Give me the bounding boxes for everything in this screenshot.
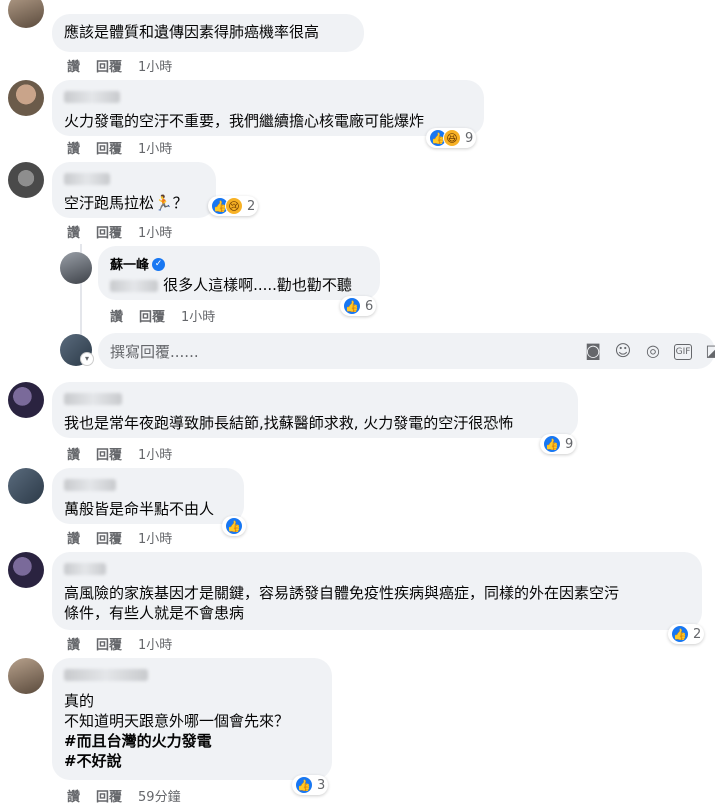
gif-icon[interactable]: GIF <box>674 344 692 360</box>
author-name-blurred[interactable] <box>64 479 116 491</box>
reactions[interactable]: 👍 😢 2 <box>208 196 259 216</box>
author-name-blurred[interactable] <box>64 393 122 405</box>
reply-button[interactable]: 回覆 <box>96 638 122 653</box>
comment-actions: 讚 回覆 59分鐘 <box>67 786 197 805</box>
like-button[interactable]: 讚 <box>67 448 80 463</box>
reply-button[interactable]: 回覆 <box>96 60 122 75</box>
hashtag-link[interactable]: #而且台灣的火力發電 <box>64 731 320 751</box>
reply-button[interactable]: 回覆 <box>96 532 122 547</box>
timestamp[interactable]: 1小時 <box>138 142 172 157</box>
like-button[interactable]: 讚 <box>67 142 80 157</box>
comment-actions: 讚 回覆 1小時 <box>67 634 188 653</box>
avatar[interactable] <box>8 552 44 588</box>
comment-bubble: 空汙跑馬拉松🏃？ <box>52 162 216 218</box>
chevron-down-icon[interactable]: ▾ <box>80 352 94 366</box>
avatar[interactable] <box>8 162 44 198</box>
timestamp[interactable]: 1小時 <box>138 226 172 241</box>
timestamp[interactable]: 1小時 <box>138 638 172 653</box>
avatar[interactable] <box>8 0 44 28</box>
verified-badge-icon: ✓ <box>152 258 166 271</box>
reaction-count: 9 <box>465 130 474 146</box>
reply-actions: 讚 回覆 1小時 <box>110 306 231 325</box>
reactions[interactable]: 👍 😆 9 <box>426 128 477 148</box>
reply-button[interactable]: 回覆 <box>96 142 122 157</box>
like-icon: 👍 <box>671 625 689 643</box>
reactions[interactable]: 👍 3 <box>292 775 329 795</box>
like-button[interactable]: 讚 <box>67 790 80 805</box>
comment-bubble: 高風險的家族基因才是關鍵，容易誘發自體免疫性疾病與癌症，同樣的外在因素空污 條件… <box>52 552 702 630</box>
comment-text: 火力發電的空汙不重要，我們繼續擔心核電廠可能爆炸 <box>64 112 425 130</box>
avatar[interactable] <box>8 382 44 418</box>
like-button[interactable]: 讚 <box>67 638 80 653</box>
comment-text-line-2: 條件，有些人就是不會患病 <box>64 604 245 622</box>
like-icon: 👍 <box>543 435 561 453</box>
reaction-count: 6 <box>365 298 374 314</box>
timestamp[interactable]: 1小時 <box>138 60 172 75</box>
author-name-blurred[interactable] <box>64 173 110 185</box>
haha-icon: 😆 <box>443 129 461 147</box>
timestamp[interactable]: 59分鐘 <box>138 790 181 805</box>
comment-bubble: 火力發電的空汙不重要，我們繼續擔心核電廠可能爆炸 <box>52 80 484 136</box>
reactions[interactable]: 👍 6 <box>340 296 377 316</box>
author-name-blurred[interactable] <box>64 91 120 103</box>
reactions[interactable]: 👍 9 <box>540 434 577 454</box>
like-button[interactable]: 讚 <box>110 310 123 325</box>
avatar[interactable] <box>8 658 44 694</box>
comment-bubble: 萬般皆是命半點不由人 <box>52 468 244 524</box>
comment-bubble: 應該是體質和遺傳因素得肺癌機率很高 <box>52 14 364 52</box>
reply-author[interactable]: 蘇一峰 ✓ <box>110 254 368 273</box>
comment-text: 萬般皆是命半點不由人 <box>64 500 215 518</box>
author-name-blurred[interactable] <box>64 563 106 575</box>
comment-actions: 讚 回覆 1小時 <box>67 444 188 463</box>
reaction-count: 2 <box>693 626 702 642</box>
author-name-blurred[interactable] <box>64 669 148 681</box>
timestamp[interactable]: 1小時 <box>138 448 172 463</box>
author-avatar[interactable] <box>60 252 92 284</box>
comment-actions: 讚 回覆 1小時 <box>67 222 188 241</box>
like-icon: 👍 <box>343 297 361 315</box>
comment-bubble: 我也是常年夜跑導致肺長結節,找蘇醫師求救, 火力發電的空汙很恐怖 <box>52 382 578 438</box>
reply-button[interactable]: 回覆 <box>96 448 122 463</box>
comment-text-line-1: 真的 <box>64 692 95 710</box>
comment-actions: 讚 回覆 1小時 <box>67 138 188 157</box>
comment-actions: 讚 回覆 1小時 <box>67 56 188 75</box>
reply-bubble: 蘇一峰 ✓ 很多人這樣啊.....勸也勸不聽 <box>98 246 380 300</box>
mentioned-user-blurred[interactable] <box>110 279 158 292</box>
like-button[interactable]: 讚 <box>67 532 80 547</box>
reaction-count: 2 <box>247 198 256 214</box>
reactions[interactable]: 👍 <box>222 516 246 536</box>
like-button[interactable]: 讚 <box>67 226 80 241</box>
reaction-count: 3 <box>317 777 326 793</box>
like-button[interactable]: 讚 <box>67 60 80 75</box>
reply-text: 很多人這樣啊.....勸也勸不聽 <box>163 276 352 294</box>
reply-input[interactable]: 撰寫回覆...... ◙ ☺ ◎ GIF ◪ <box>98 333 715 369</box>
comment-text-line-1: 高風險的家族基因才是關鍵，容易誘發自體免疫性疾病與癌症，同樣的外在因素空污 <box>64 584 620 602</box>
like-icon: 👍 <box>225 517 243 535</box>
comment-text-line-2: 不知道明天跟意外哪一個會先來？ <box>64 712 290 730</box>
reply-button[interactable]: 回覆 <box>96 790 122 805</box>
reaction-count: 9 <box>565 436 574 452</box>
sticker-icon[interactable]: ◙ <box>584 342 602 360</box>
like-icon: 👍 <box>295 776 313 794</box>
comment-bubble: 真的 不知道明天跟意外哪一個會先來？ #而且台灣的火力發電 #不好說 <box>52 658 332 780</box>
hashtag-link[interactable]: #不好說 <box>64 751 320 771</box>
reactions[interactable]: 👍 2 <box>668 624 705 644</box>
camera-icon[interactable]: ◎ <box>644 342 662 360</box>
timestamp[interactable]: 1小時 <box>181 310 215 325</box>
comment-actions: 讚 回覆 1小時 <box>67 528 188 547</box>
comment-text: 我也是常年夜跑導致肺長結節,找蘇醫師求救, 火力發電的空汙很恐怖 <box>64 414 514 432</box>
emoji-icon[interactable]: ☺ <box>614 342 632 360</box>
sticker-pack-icon[interactable]: ◪ <box>704 342 715 360</box>
reply-button[interactable]: 回覆 <box>139 310 165 325</box>
comment-text: 應該是體質和遺傳因素得肺癌機率很高 <box>64 23 320 41</box>
avatar[interactable] <box>8 468 44 504</box>
comment-text: 空汙跑馬拉松🏃？ <box>64 194 188 212</box>
reply-button[interactable]: 回覆 <box>96 226 122 241</box>
sad-icon: 😢 <box>225 197 243 215</box>
reply-placeholder: 撰寫回覆...... <box>110 342 199 361</box>
timestamp[interactable]: 1小時 <box>138 532 172 547</box>
avatar[interactable] <box>8 80 44 116</box>
